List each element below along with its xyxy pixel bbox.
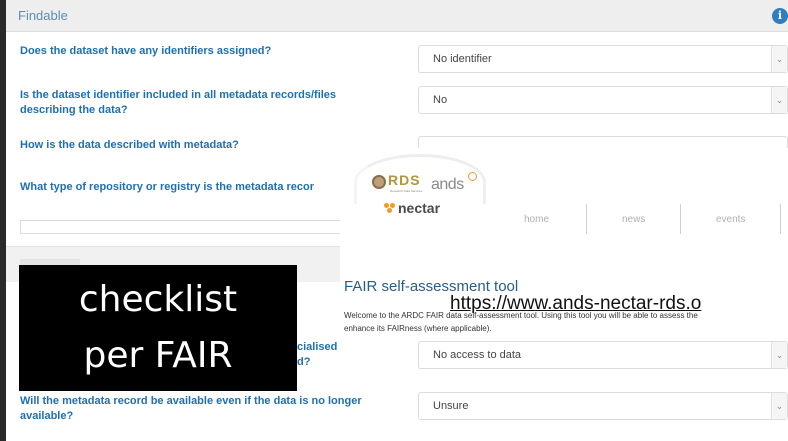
identifier-in-metadata-select-value: No — [433, 94, 448, 106]
section-header: Findable i — [6, 0, 788, 32]
chevron-down-icon: ⌄ — [771, 46, 787, 72]
caption-box: checklist per FAIR — [19, 265, 297, 391]
question-identifier-in-metadata: Is the dataset identifier included in al… — [20, 89, 337, 116]
question-fragment-2: d? — [297, 356, 311, 368]
rds-logo-icon — [372, 175, 386, 189]
section-title: Findable — [18, 8, 68, 23]
caption-line-1: checklist — [78, 279, 238, 320]
caption-line-2: per FAIR — [83, 335, 233, 376]
question-fragment-1: cialised — [297, 341, 338, 353]
identifiers-select-value: No identifier — [433, 53, 492, 65]
ands-logo-mark-icon — [468, 172, 477, 181]
question-metadata-persistence: Will the metadata record be available ev… — [20, 395, 362, 422]
nav-divider — [586, 204, 587, 234]
access-select-value: No access to data — [433, 349, 522, 361]
enhance-text: enhance its FAIRness (where applicable). — [344, 324, 492, 333]
access-select[interactable]: No access to data ⌄ — [418, 341, 788, 369]
nectar-logo: nectar — [398, 200, 441, 216]
chevron-down-icon: ⌄ — [771, 87, 787, 113]
question-identifiers: Does the dataset have any identifiers as… — [20, 45, 272, 57]
tool-url-link[interactable]: https://www.ands-nectar-rds.o — [450, 293, 701, 315]
nav-home[interactable]: home — [524, 214, 549, 225]
nav-news[interactable]: news — [622, 214, 645, 225]
chevron-down-icon: ⌄ — [771, 342, 787, 368]
repository-input[interactable] — [20, 220, 340, 234]
nav-divider — [680, 204, 681, 234]
ands-logo: ands — [431, 176, 464, 193]
rds-tagline: Research Data Services — [390, 189, 423, 193]
info-icon[interactable]: i — [772, 8, 788, 24]
nectar-logo-icon — [384, 203, 396, 215]
identifiers-select[interactable]: No identifier ⌄ — [418, 45, 788, 73]
chevron-down-icon: ⌄ — [771, 393, 787, 419]
metadata-persistence-select-value: Unsure — [433, 400, 469, 412]
question-repository-type: What type of repository or registry is t… — [20, 181, 315, 193]
nav-events[interactable]: events — [716, 214, 745, 225]
nav-divider — [780, 204, 781, 234]
rds-logo: RDS — [388, 172, 421, 188]
fair-tool-website-overlay: RDS Research Data Services ands nectar h… — [340, 148, 788, 335]
identifier-in-metadata-select[interactable]: No ⌄ — [418, 86, 788, 114]
metadata-persistence-select[interactable]: Unsure ⌄ — [418, 392, 788, 420]
